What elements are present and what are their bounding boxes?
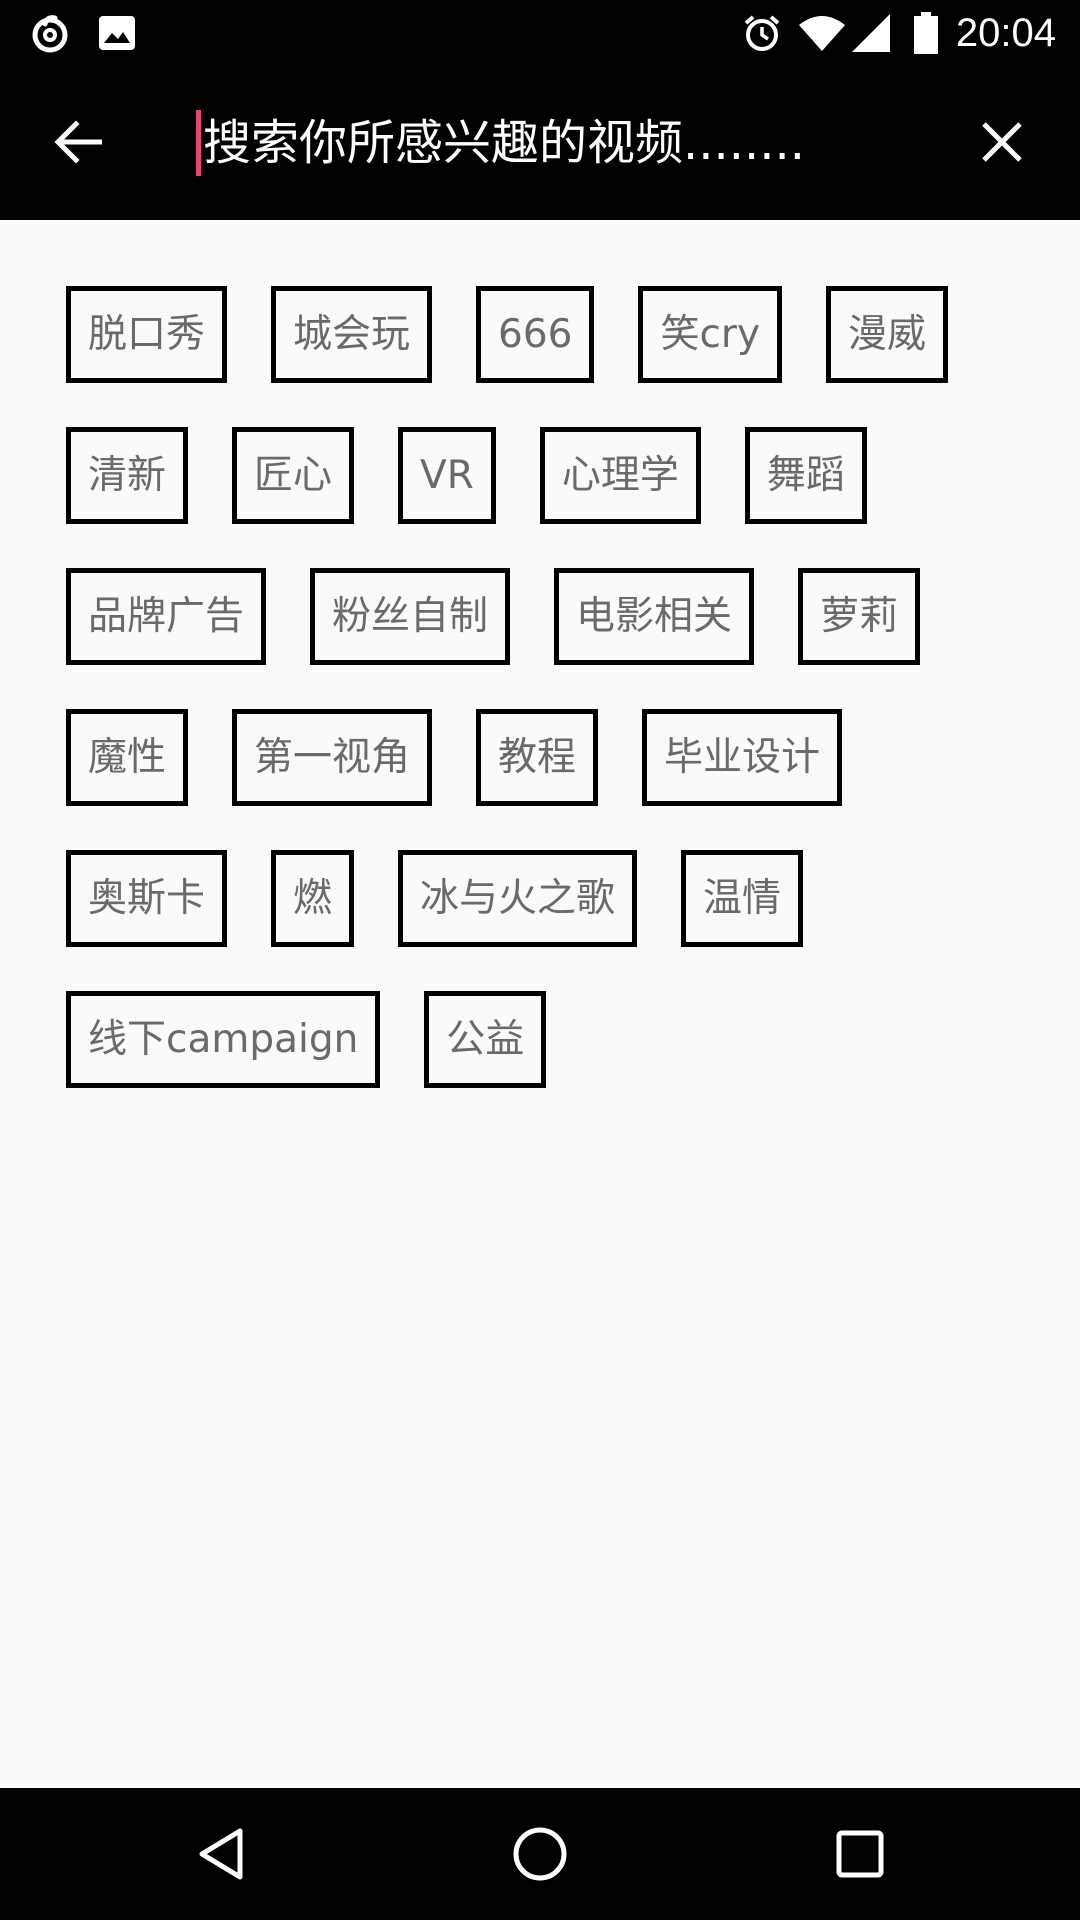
tag-row: 品牌广告 粉丝自制 电影相关 萝莉 xyxy=(66,568,1026,665)
tag-item[interactable]: 教程 xyxy=(476,709,599,806)
tag-item[interactable]: VR xyxy=(398,427,496,524)
search-app-bar xyxy=(0,66,1080,220)
text-cursor xyxy=(196,110,201,176)
tag-item[interactable]: 粉丝自制 xyxy=(310,568,511,665)
arrow-back-icon xyxy=(54,120,102,164)
tag-item[interactable]: 清新 xyxy=(66,427,189,524)
tag-item[interactable]: 心理学 xyxy=(539,427,701,524)
tag-row: 奥斯卡 燃 冰与火之歌 温情 xyxy=(66,850,1026,947)
tag-item[interactable]: 温情 xyxy=(681,850,804,947)
alarm-icon xyxy=(740,0,784,66)
battery-icon xyxy=(910,0,942,66)
tag-item[interactable]: 脱口秀 xyxy=(66,286,228,383)
tag-item[interactable]: 城会玩 xyxy=(271,286,433,383)
image-icon xyxy=(94,0,140,66)
tag-item[interactable]: 萝莉 xyxy=(798,568,921,665)
tag-item[interactable]: 公益 xyxy=(424,991,547,1088)
home-circle-icon xyxy=(513,1827,567,1881)
tag-item[interactable]: 舞蹈 xyxy=(744,427,867,524)
nav-home-button[interactable] xyxy=(474,1788,606,1920)
tag-item[interactable]: 漫威 xyxy=(826,286,949,383)
search-field[interactable] xyxy=(196,106,836,180)
tag-item[interactable]: 笑cry xyxy=(638,286,783,383)
tag-item[interactable]: 魔性 xyxy=(66,709,189,806)
close-icon xyxy=(982,122,1022,162)
status-time: 20:04 xyxy=(955,11,1056,55)
status-bar: 20:04 xyxy=(0,0,1080,66)
tag-row: 脱口秀 城会玩 666 笑cry 漫威 xyxy=(66,286,1026,383)
tag-row: 魔性 第一视角 教程 毕业设计 xyxy=(66,709,1026,806)
tag-item[interactable]: 666 xyxy=(476,286,595,383)
tag-item[interactable]: 品牌广告 xyxy=(66,568,267,665)
clear-button[interactable] xyxy=(960,100,1044,184)
signal-icon xyxy=(850,0,892,66)
tag-cloud: 脱口秀 城会玩 666 笑cry 漫威 清新 匠心 VR 心理学 舞蹈 品牌广告… xyxy=(66,286,1026,1132)
tag-item[interactable]: 毕业设计 xyxy=(642,709,843,806)
nav-back-button[interactable] xyxy=(155,1788,287,1920)
tag-item[interactable]: 第一视角 xyxy=(232,709,433,806)
tag-item[interactable]: 奥斯卡 xyxy=(66,850,228,947)
tag-item[interactable]: 燃 xyxy=(271,850,355,947)
search-input[interactable] xyxy=(203,106,823,180)
tag-row: 线下campaign 公益 xyxy=(66,991,1026,1088)
tag-item[interactable]: 匠心 xyxy=(232,427,355,524)
tag-row: 清新 匠心 VR 心理学 舞蹈 xyxy=(66,427,1026,524)
tag-item[interactable]: 线下campaign xyxy=(66,991,381,1088)
nav-recents-button[interactable] xyxy=(794,1788,926,1920)
tag-item[interactable]: 电影相关 xyxy=(554,568,755,665)
wifi-icon xyxy=(798,0,846,66)
back-triangle-icon xyxy=(199,1828,243,1880)
back-button[interactable] xyxy=(36,100,120,184)
netease-music-icon xyxy=(24,0,76,66)
system-nav-bar xyxy=(0,1788,1080,1920)
tag-item[interactable]: 冰与火之歌 xyxy=(398,850,638,947)
recents-square-icon xyxy=(836,1830,884,1878)
